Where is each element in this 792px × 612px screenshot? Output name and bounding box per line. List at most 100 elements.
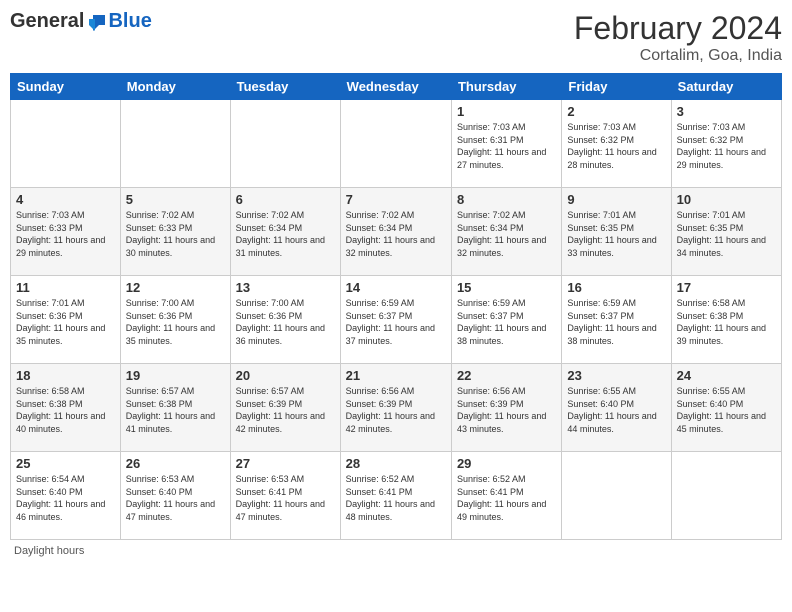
day-number: 29 — [457, 456, 556, 471]
day-number: 16 — [567, 280, 665, 295]
logo-blue: Blue — [108, 10, 151, 33]
day-info: Sunrise: 7:01 AM Sunset: 6:35 PM Dayligh… — [567, 209, 665, 259]
calendar-cell: 29 Sunrise: 6:52 AM Sunset: 6:41 PM Dayli… — [451, 452, 561, 540]
day-of-week-header: Sunday — [11, 74, 121, 100]
day-info: Sunrise: 6:58 AM Sunset: 6:38 PM Dayligh… — [16, 385, 115, 435]
day-info: Sunrise: 7:00 AM Sunset: 6:36 PM Dayligh… — [236, 297, 335, 347]
day-number: 18 — [16, 368, 115, 383]
day-info: Sunrise: 7:02 AM Sunset: 6:33 PM Dayligh… — [126, 209, 225, 259]
footer: Daylight hours — [10, 545, 782, 557]
header: General Blue February 2024 Cortalim, Goa… — [10, 10, 782, 65]
day-number: 21 — [346, 368, 446, 383]
day-info: Sunrise: 6:54 AM Sunset: 6:40 PM Dayligh… — [16, 473, 115, 523]
calendar-week-row: 1Sunrise: 7:03 AM Sunset: 6:31 PM Daylig… — [11, 100, 782, 188]
logo-general: General — [10, 10, 84, 33]
logo: General Blue — [10, 10, 152, 33]
day-number: 3 — [677, 104, 776, 119]
day-number: 8 — [457, 192, 556, 207]
day-info: Sunrise: 7:02 AM Sunset: 6:34 PM Dayligh… — [346, 209, 446, 259]
day-info: Sunrise: 7:01 AM Sunset: 6:35 PM Dayligh… — [677, 209, 776, 259]
day-number: 5 — [126, 192, 225, 207]
calendar-cell: 18 Sunrise: 6:58 AM Sunset: 6:38 PM Dayli… — [11, 364, 121, 452]
calendar-cell: 26 Sunrise: 6:53 AM Sunset: 6:40 PM Dayli… — [120, 452, 230, 540]
calendar-week-row: 25 Sunrise: 6:54 AM Sunset: 6:40 PM Dayli… — [11, 452, 782, 540]
day-info: Sunrise: 6:52 AM Sunset: 6:41 PM Dayligh… — [346, 473, 446, 523]
calendar-cell: 22Sunrise: 6:56 AM Sunset: 6:39 PM Dayli… — [451, 364, 561, 452]
calendar-cell: 2Sunrise: 7:03 AM Sunset: 6:32 PM Daylig… — [562, 100, 671, 188]
day-number: 12 — [126, 280, 225, 295]
calendar-cell: 7 Sunrise: 7:02 AM Sunset: 6:34 PM Daylig… — [340, 188, 451, 276]
day-number: 14 — [346, 280, 446, 295]
calendar-cell — [340, 100, 451, 188]
month-year: February 2024 — [574, 10, 782, 47]
day-info: Sunrise: 6:55 AM Sunset: 6:40 PM Dayligh… — [677, 385, 776, 435]
calendar-header-row: SundayMondayTuesdayWednesdayThursdayFrid… — [11, 74, 782, 100]
calendar-cell: 13 Sunrise: 7:00 AM Sunset: 6:36 PM Dayli… — [230, 276, 340, 364]
calendar-cell: 3Sunrise: 7:03 AM Sunset: 6:32 PM Daylig… — [671, 100, 781, 188]
calendar-cell: 16 Sunrise: 6:59 AM Sunset: 6:37 PM Dayli… — [562, 276, 671, 364]
page: General Blue February 2024 Cortalim, Goa… — [0, 0, 792, 612]
day-info: Sunrise: 6:53 AM Sunset: 6:40 PM Dayligh… — [126, 473, 225, 523]
calendar-cell: 8 Sunrise: 7:02 AM Sunset: 6:34 PM Daylig… — [451, 188, 561, 276]
day-info: Sunrise: 6:59 AM Sunset: 6:37 PM Dayligh… — [567, 297, 665, 347]
day-number: 24 — [677, 368, 776, 383]
calendar-cell: 17Sunrise: 6:58 AM Sunset: 6:38 PM Dayli… — [671, 276, 781, 364]
calendar-cell: 21 Sunrise: 6:56 AM Sunset: 6:39 PM Dayli… — [340, 364, 451, 452]
day-number: 23 — [567, 368, 665, 383]
day-info: Sunrise: 7:00 AM Sunset: 6:36 PM Dayligh… — [126, 297, 225, 347]
calendar-week-row: 18 Sunrise: 6:58 AM Sunset: 6:38 PM Dayli… — [11, 364, 782, 452]
day-number: 9 — [567, 192, 665, 207]
day-info: Sunrise: 7:02 AM Sunset: 6:34 PM Dayligh… — [457, 209, 556, 259]
day-number: 2 — [567, 104, 665, 119]
day-number: 20 — [236, 368, 335, 383]
calendar-cell: 6 Sunrise: 7:02 AM Sunset: 6:34 PM Daylig… — [230, 188, 340, 276]
day-info: Sunrise: 7:03 AM Sunset: 6:33 PM Dayligh… — [16, 209, 115, 259]
calendar-cell: 20 Sunrise: 6:57 AM Sunset: 6:39 PM Dayli… — [230, 364, 340, 452]
calendar-cell: 19 Sunrise: 6:57 AM Sunset: 6:38 PM Dayli… — [120, 364, 230, 452]
calendar-cell: 14Sunrise: 6:59 AM Sunset: 6:37 PM Dayli… — [340, 276, 451, 364]
calendar-cell — [562, 452, 671, 540]
day-number: 10 — [677, 192, 776, 207]
calendar-cell: 25 Sunrise: 6:54 AM Sunset: 6:40 PM Dayli… — [11, 452, 121, 540]
day-number: 11 — [16, 280, 115, 295]
day-number: 22 — [457, 368, 556, 383]
calendar-cell: 24 Sunrise: 6:55 AM Sunset: 6:40 PM Dayli… — [671, 364, 781, 452]
day-number: 6 — [236, 192, 335, 207]
calendar-cell — [11, 100, 121, 188]
day-of-week-header: Wednesday — [340, 74, 451, 100]
calendar-cell — [120, 100, 230, 188]
calendar-cell: 28Sunrise: 6:52 AM Sunset: 6:41 PM Dayli… — [340, 452, 451, 540]
day-number: 25 — [16, 456, 115, 471]
day-of-week-header: Monday — [120, 74, 230, 100]
calendar-cell: 27 Sunrise: 6:53 AM Sunset: 6:41 PM Dayli… — [230, 452, 340, 540]
calendar-cell — [230, 100, 340, 188]
calendar-cell: 23 Sunrise: 6:55 AM Sunset: 6:40 PM Dayli… — [562, 364, 671, 452]
day-info: Sunrise: 6:53 AM Sunset: 6:41 PM Dayligh… — [236, 473, 335, 523]
calendar-cell: 5 Sunrise: 7:02 AM Sunset: 6:33 PM Daylig… — [120, 188, 230, 276]
calendar-cell: 4 Sunrise: 7:03 AM Sunset: 6:33 PM Daylig… — [11, 188, 121, 276]
day-info: Sunrise: 6:55 AM Sunset: 6:40 PM Dayligh… — [567, 385, 665, 435]
day-number: 15 — [457, 280, 556, 295]
day-number: 26 — [126, 456, 225, 471]
day-number: 4 — [16, 192, 115, 207]
day-info: Sunrise: 7:02 AM Sunset: 6:34 PM Dayligh… — [236, 209, 335, 259]
day-info: Sunrise: 6:52 AM Sunset: 6:41 PM Dayligh… — [457, 473, 556, 523]
day-number: 7 — [346, 192, 446, 207]
day-number: 27 — [236, 456, 335, 471]
calendar-cell: 12 Sunrise: 7:00 AM Sunset: 6:36 PM Dayli… — [120, 276, 230, 364]
location: Cortalim, Goa, India — [574, 47, 782, 65]
day-info: Sunrise: 6:59 AM Sunset: 6:37 PM Dayligh… — [457, 297, 556, 347]
day-info: Sunrise: 6:57 AM Sunset: 6:38 PM Dayligh… — [126, 385, 225, 435]
day-number: 1 — [457, 104, 556, 119]
day-of-week-header: Tuesday — [230, 74, 340, 100]
day-info: Sunrise: 6:58 AM Sunset: 6:38 PM Dayligh… — [677, 297, 776, 347]
calendar-week-row: 11 Sunrise: 7:01 AM Sunset: 6:36 PM Dayli… — [11, 276, 782, 364]
day-info: Sunrise: 6:57 AM Sunset: 6:39 PM Dayligh… — [236, 385, 335, 435]
title-area: February 2024 Cortalim, Goa, India — [574, 10, 782, 65]
day-number: 13 — [236, 280, 335, 295]
day-info: Sunrise: 7:01 AM Sunset: 6:36 PM Dayligh… — [16, 297, 115, 347]
calendar-cell: 1Sunrise: 7:03 AM Sunset: 6:31 PM Daylig… — [451, 100, 561, 188]
day-number: 19 — [126, 368, 225, 383]
daylight-hours-label: Daylight hours — [14, 545, 84, 557]
day-info: Sunrise: 6:56 AM Sunset: 6:39 PM Dayligh… — [346, 385, 446, 435]
